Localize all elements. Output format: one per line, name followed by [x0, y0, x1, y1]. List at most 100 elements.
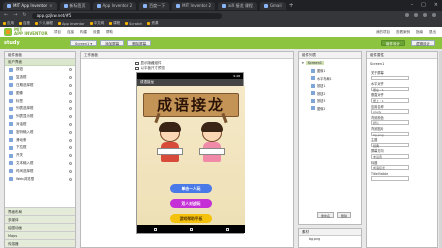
- component-tree-item[interactable]: 按钮2: [299, 90, 361, 98]
- checkbox[interactable]: [135, 61, 139, 66]
- help-icon[interactable]: [69, 83, 72, 87]
- component-tree-item[interactable]: 图像1: [299, 67, 361, 75]
- guide-link[interactable]: 指南: [416, 30, 423, 35]
- help-icon[interactable]: [69, 99, 72, 103]
- screen-select[interactable]: Screen1 ▾: [70, 40, 98, 46]
- browser-tab[interactable]: aiX 接龙 课程: [218, 1, 257, 10]
- palette-item[interactable]: 滑动条: [5, 136, 75, 144]
- palette-item[interactable]: 日期选择框: [5, 82, 75, 90]
- help-icon[interactable]: [69, 169, 72, 173]
- property-value[interactable]: 默认: [371, 120, 409, 125]
- bookmark[interactable]: 中文网: [89, 21, 104, 26]
- palette-item[interactable]: 列表选择框: [5, 105, 75, 113]
- help-icon[interactable]: [69, 154, 72, 158]
- property-value[interactable]: [371, 75, 409, 81]
- palette-item[interactable]: 按钮: [5, 66, 75, 74]
- palette-category[interactable]: Maps: [5, 231, 75, 239]
- screen1-node[interactable]: Screen1: [305, 61, 325, 65]
- palette-category-user-interface[interactable]: 用户界面: [5, 59, 75, 66]
- url-input[interactable]: app.gzjkw.net/#5: [31, 12, 222, 19]
- component-tree-item[interactable]: 图像2: [299, 105, 361, 113]
- help-icon[interactable]: [69, 68, 72, 72]
- browser-tab[interactable]: 新标签页: [59, 1, 90, 10]
- help-icon[interactable]: [69, 146, 72, 150]
- palette-item[interactable]: 密码输入框: [5, 128, 75, 136]
- help-icon[interactable]: [69, 122, 72, 126]
- gallery-link[interactable]: 查看案例: [396, 30, 410, 35]
- two-player-button[interactable]: 双人对战玩: [170, 199, 212, 208]
- help-icon[interactable]: [69, 76, 72, 80]
- palette-item[interactable]: Web浏览框: [5, 175, 75, 183]
- help-icon[interactable]: [69, 91, 72, 95]
- minimize-icon[interactable]: –: [411, 2, 414, 8]
- property-value[interactable]: 成语接龙: [371, 165, 409, 170]
- delete-button[interactable]: 删除: [337, 212, 352, 218]
- rename-button[interactable]: 重命名: [317, 212, 335, 218]
- palette-item[interactable]: 标签: [5, 97, 75, 105]
- bookmark[interactable]: App Inventor: [58, 22, 85, 26]
- property-value[interactable]: 居上 : 1: [371, 97, 409, 103]
- browser-tab[interactable]: MIT Inventor 2: [172, 1, 216, 10]
- help-icon[interactable]: [69, 107, 72, 111]
- palette-item[interactable]: 开关: [5, 152, 75, 160]
- tree-root[interactable]: ▾ Screen1: [299, 59, 361, 67]
- single-player-button[interactable]: 单击一人玩: [170, 184, 212, 193]
- title-banner-image[interactable]: 成语接龙: [143, 93, 239, 117]
- media-file[interactable]: bg.png: [299, 236, 361, 242]
- help-icon[interactable]: [69, 115, 72, 119]
- help-button[interactable]: 游戏帮助平板: [170, 214, 212, 223]
- property-value[interactable]: 居左 : 1: [371, 86, 409, 92]
- bookmark[interactable]: 百度: [19, 21, 30, 26]
- palette-item[interactable]: 文本输入框: [5, 160, 75, 168]
- palette-item[interactable]: 对话框: [5, 121, 75, 129]
- palette-item[interactable]: 图像: [5, 89, 75, 97]
- back-icon[interactable]: ←: [4, 13, 8, 18]
- menu-settings[interactable]: 设置: [93, 30, 100, 35]
- property-value[interactable]: bg.png: [371, 131, 409, 136]
- sign-out-link[interactable]: 退出: [429, 30, 436, 35]
- checkbox[interactable]: [135, 66, 139, 71]
- profile-icon[interactable]: [423, 13, 427, 17]
- component-tree-item[interactable]: 水平布局1: [299, 75, 361, 83]
- palette-item[interactable]: 时间选择框: [5, 167, 75, 175]
- blocks-button[interactable]: 逻辑设计: [411, 40, 435, 46]
- designer-button[interactable]: 组件设计: [381, 40, 405, 46]
- close-window-icon[interactable]: ×: [434, 2, 438, 8]
- help-icon[interactable]: [69, 130, 72, 134]
- tablet-preview-option[interactable]: 以平板尺寸预览: [135, 66, 165, 71]
- reload-icon[interactable]: ↻: [22, 13, 26, 18]
- help-icon[interactable]: [69, 138, 72, 142]
- bookmark[interactable]: 少儿编程: [35, 21, 53, 26]
- menu-build[interactable]: 构建: [80, 30, 87, 35]
- palette-category[interactable]: 多媒体: [5, 215, 75, 223]
- component-tree-item[interactable]: 按钮1: [299, 82, 361, 90]
- remove-screen-button[interactable]: 删除屏幕: [127, 40, 152, 46]
- bookmark[interactable]: 应用: [3, 21, 14, 26]
- property-value[interactable]: [371, 176, 409, 181]
- maximize-icon[interactable]: □: [421, 2, 426, 8]
- palette-item[interactable]: 复选框: [5, 74, 75, 82]
- app-inventor-logo[interactable]: MIT APP INVENTOR: [4, 28, 48, 36]
- property-value[interactable]: 未设置: [371, 153, 409, 159]
- extension-icon[interactable]: [405, 13, 409, 17]
- new-tab-icon[interactable]: +: [289, 2, 294, 10]
- property-value[interactable]: study: [371, 109, 409, 114]
- palette-category[interactable]: 绘图动画: [5, 223, 75, 231]
- menu-help[interactable]: 帮助: [106, 30, 113, 35]
- bookmark[interactable]: 课程: [109, 21, 120, 26]
- extension-icon[interactable]: [414, 13, 418, 17]
- menu-icon[interactable]: [432, 13, 436, 17]
- my-projects-link[interactable]: 我的项目: [376, 30, 390, 35]
- add-screen-button[interactable]: 添加屏幕: [100, 40, 125, 46]
- help-icon[interactable]: [69, 161, 72, 165]
- menu-connect[interactable]: 连接: [67, 30, 74, 35]
- component-tree-item[interactable]: 按钮3: [299, 97, 361, 105]
- help-icon[interactable]: [69, 177, 72, 181]
- close-icon[interactable]: ×: [49, 2, 52, 10]
- palette-item[interactable]: 列表显示框: [5, 113, 75, 121]
- bookmark[interactable]: 资源: [147, 21, 158, 26]
- palette-category[interactable]: 传感器: [5, 239, 75, 247]
- browser-tab[interactable]: 百度一下: [139, 1, 170, 10]
- forward-icon[interactable]: →: [13, 13, 17, 18]
- browser-tab[interactable]: MIT App Inventor ×: [3, 1, 57, 10]
